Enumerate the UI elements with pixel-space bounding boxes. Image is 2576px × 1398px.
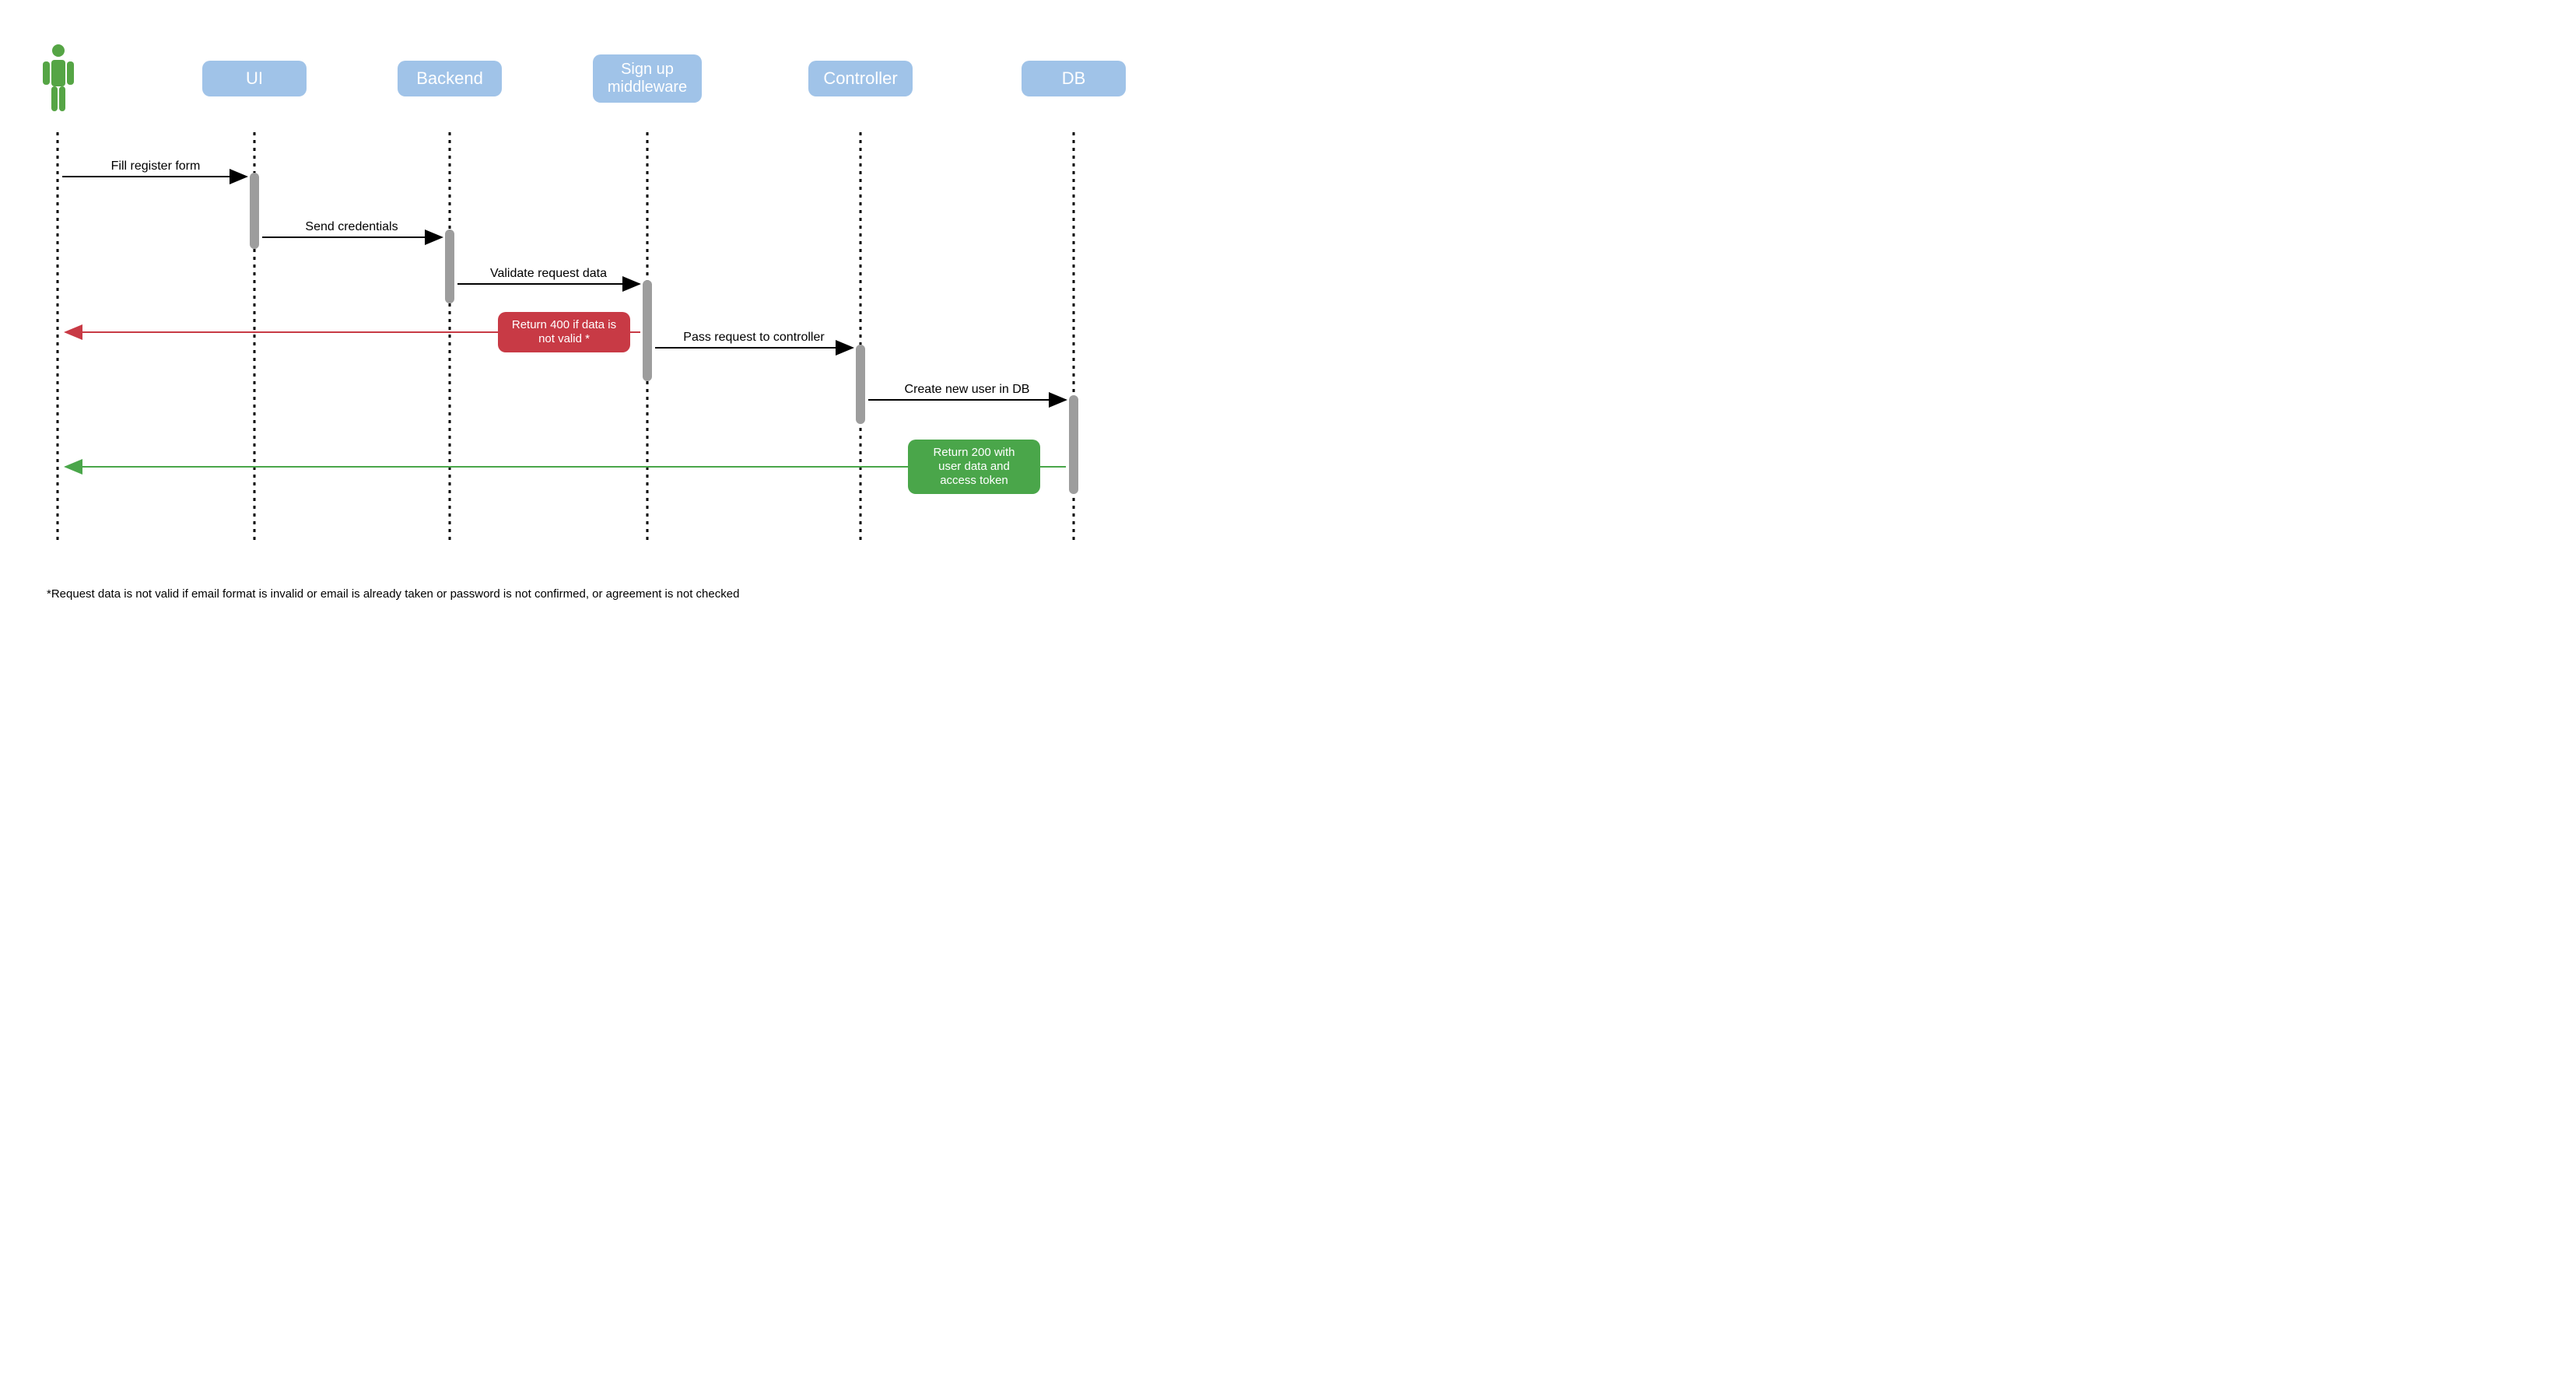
activation-middleware xyxy=(643,280,652,381)
label-pass-request: Pass request to controller xyxy=(683,331,824,345)
participant-middleware-label: Sign up middleware xyxy=(608,61,687,96)
label-validate-request: Validate request data xyxy=(490,267,607,281)
label-fill-register-form: Fill register form xyxy=(111,159,201,173)
person-icon xyxy=(43,43,74,113)
activation-controller xyxy=(856,345,865,424)
pill-return-400: Return 400 if data is not valid * xyxy=(498,312,630,352)
activation-backend xyxy=(445,229,454,303)
participant-ui: UI xyxy=(202,61,307,96)
participant-db: DB xyxy=(1022,61,1126,96)
participant-backend-label: Backend xyxy=(416,68,483,88)
participant-ui-label: UI xyxy=(246,68,263,88)
activation-db xyxy=(1069,395,1078,494)
label-send-credentials: Send credentials xyxy=(305,220,398,234)
participant-controller-label: Controller xyxy=(823,68,897,88)
label-create-new-user: Create new user in DB xyxy=(905,383,1030,397)
participant-controller: Controller xyxy=(808,61,913,96)
participant-middleware: Sign up middleware xyxy=(593,54,702,103)
user-actor-icon xyxy=(43,43,74,117)
sequence-diagram: UI Backend Sign up middleware Controller… xyxy=(0,0,1167,633)
pill-return-200: Return 200 with user data and access tok… xyxy=(908,440,1040,494)
activation-ui xyxy=(250,173,259,249)
footnote: *Request data is not valid if email form… xyxy=(47,587,739,601)
participant-db-label: DB xyxy=(1062,68,1086,88)
participant-backend: Backend xyxy=(398,61,502,96)
